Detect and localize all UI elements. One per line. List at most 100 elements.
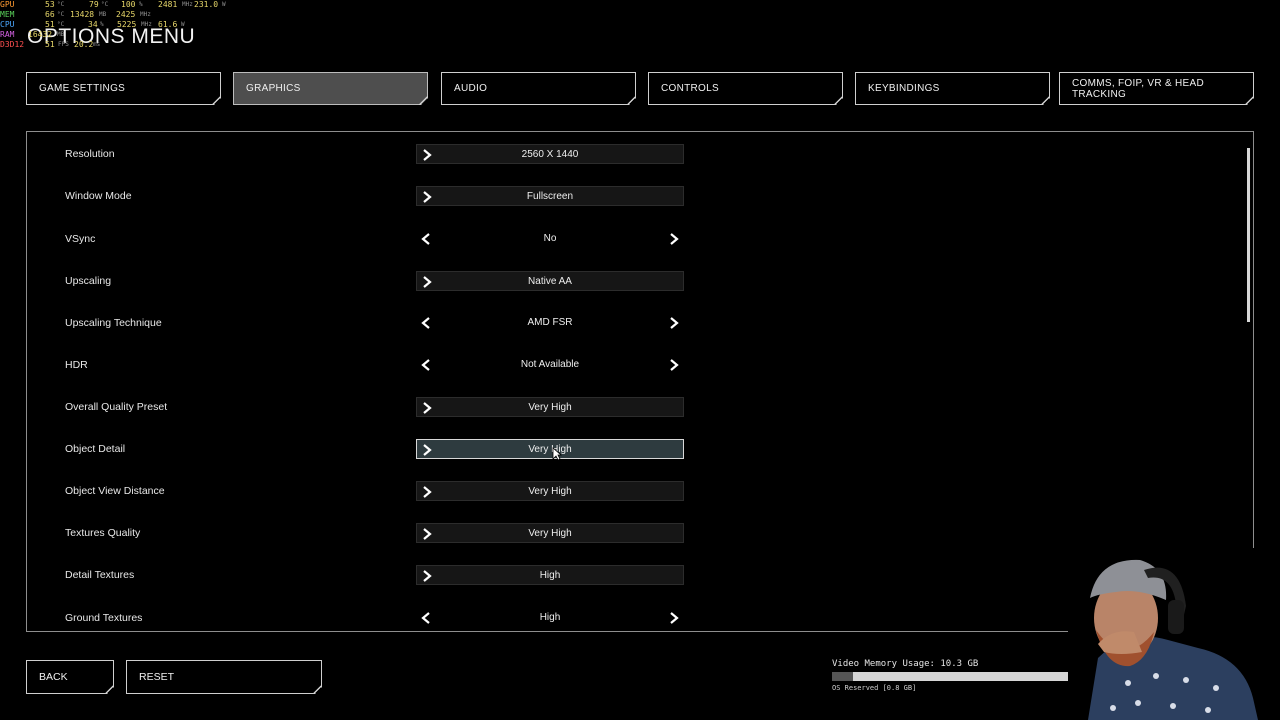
setting-value: Very High (528, 486, 572, 497)
osd-frametime: 20.2 (74, 40, 94, 49)
tab-controls[interactable]: CONTROLS (648, 72, 843, 105)
setting-label: Detail Textures (65, 569, 135, 581)
video-memory-usage: Video Memory Usage: 10.3 GB OS Reserved … (832, 659, 1102, 692)
setting-row-upscaling-technique: Upscaling Technique AMD FSR (27, 313, 787, 335)
osd-d3d-row: D3D12 51 FPS 20.2 ms (0, 40, 240, 50)
osd-gpu-label: GPU (0, 0, 15, 9)
setting-value: Fullscreen (526, 191, 574, 202)
osd-unit: MHz (140, 11, 151, 18)
setting-label: Resolution (65, 148, 115, 160)
setting-row-ground-textures: Ground Textures High (27, 608, 787, 630)
setting-value: High (539, 612, 561, 623)
setting-row-object-view-distance: Object View Distance Very High (27, 481, 787, 503)
setting-row-vsync: VSync No (27, 229, 787, 251)
osd-cpu-temp: 51 (45, 20, 55, 29)
osd-cpu-load: 34 (88, 20, 98, 29)
osd-unit: °C (57, 1, 65, 8)
osd-unit: °C (57, 21, 65, 28)
osd-mem-row: MEM 66 °C 13428 MB 2425 MHz (0, 10, 240, 20)
setting-value: Very High (528, 528, 572, 539)
setting-row-textures-quality: Textures Quality Very High (27, 523, 787, 545)
setting-row-upscaling: Upscaling Native AA (27, 271, 787, 293)
chevron-right-icon[interactable] (668, 611, 680, 625)
tab-audio[interactable]: AUDIO (441, 72, 636, 105)
osd-unit: MHz (141, 21, 152, 28)
overall-quality-preset-dropdown[interactable]: Very High (416, 397, 684, 417)
tab-graphics[interactable]: GRAPHICS (233, 72, 428, 105)
window-mode-dropdown[interactable]: Fullscreen (416, 186, 684, 206)
setting-value: AMD FSR (527, 317, 573, 328)
osd-unit: °C (101, 1, 109, 8)
osd-d3d-label: D3D12 (0, 40, 25, 49)
osd-gpu-clock: 2481 (158, 0, 178, 9)
object-detail-dropdown[interactable]: Very High (416, 439, 684, 459)
setting-row-window-mode: Window Mode Fullscreen (27, 186, 787, 208)
osd-mem-clock: 2425 (116, 10, 136, 19)
setting-label: Overall Quality Preset (65, 401, 168, 413)
osd-gpu-load: 100 (121, 0, 136, 9)
setting-row-hdr: HDR Not Available (27, 355, 787, 377)
osd-gpu-hotspot: 79 (89, 0, 99, 9)
tab-keybindings[interactable]: KEYBINDINGS (855, 72, 1050, 105)
chevron-right-icon[interactable] (668, 358, 680, 372)
chevron-right-icon[interactable] (668, 232, 680, 246)
setting-value: Native AA (528, 276, 572, 287)
osd-cpu-row: CPU 51 °C 34 % 5225 MHz 61.6 W (0, 20, 240, 30)
vram-reserved-label: OS Reserved [0.8 GB] (832, 684, 917, 692)
setting-label: Textures Quality (65, 527, 141, 539)
hdr-selector: Not Available (416, 355, 684, 375)
osd-gpu-row: GPU 53 °C 79 °C 100 % 2481 MHz 231.0 W (0, 0, 240, 10)
osd-mem-temp: 66 (45, 10, 55, 19)
setting-value: High (539, 570, 561, 581)
osd-gpu-power: 231.0 (194, 0, 219, 9)
mouse-cursor-icon (552, 447, 562, 461)
setting-value: Very High (528, 444, 572, 455)
setting-value: 2560 X 1440 (521, 149, 579, 160)
setting-label: HDR (65, 359, 88, 371)
upscaling-dropdown[interactable]: Native AA (416, 271, 684, 291)
setting-label: Object Detail (65, 443, 126, 455)
back-button[interactable]: BACK (26, 660, 114, 694)
osd-unit: W (222, 1, 226, 8)
osd-unit: W (181, 21, 185, 28)
osd-unit: ms (93, 41, 101, 48)
webcam-overlay-image (1068, 548, 1280, 720)
setting-label: Ground Textures (65, 612, 143, 624)
tab-game-settings[interactable]: GAME SETTINGS (26, 72, 221, 105)
setting-label: Window Mode (65, 190, 132, 202)
osd-mem-label: MEM (0, 10, 15, 19)
osd-unit: °C (57, 11, 65, 18)
setting-label: VSync (65, 233, 96, 245)
textures-quality-dropdown[interactable]: Very High (416, 523, 684, 543)
setting-value: No (543, 233, 557, 244)
vram-os-reserved-segment (832, 672, 853, 681)
object-view-distance-dropdown[interactable]: Very High (416, 481, 684, 501)
tab-comms-foip-vr[interactable]: COMMS, FOIP, VR & HEAD TRACKING (1059, 72, 1254, 105)
reset-button[interactable]: RESET (126, 660, 322, 694)
osd-cpu-clock: 5225 (117, 20, 137, 29)
setting-label: Object View Distance (65, 485, 165, 497)
setting-row-overall-quality-preset: Overall Quality Preset Very High (27, 397, 787, 419)
chevron-right-icon[interactable] (668, 316, 680, 330)
vsync-selector: No (416, 229, 684, 249)
osd-unit: % (139, 1, 143, 8)
osd-unit: % (100, 21, 104, 28)
osd-cpu-label: CPU (0, 20, 15, 29)
detail-textures-dropdown[interactable]: High (416, 565, 684, 585)
setting-label: Upscaling (65, 275, 112, 287)
performance-overlay: GPU 53 °C 79 °C 100 % 2481 MHz 231.0 W M… (0, 0, 240, 50)
setting-value: Very High (528, 402, 572, 413)
resolution-dropdown[interactable]: 2560 X 1440 (416, 144, 684, 164)
osd-unit: MB (99, 11, 107, 18)
ground-textures-selector: High (416, 608, 684, 628)
osd-cpu-power: 61.6 (158, 20, 178, 29)
settings-scrollbar[interactable] (1247, 148, 1250, 322)
setting-label: Upscaling Technique (65, 317, 162, 329)
setting-value: Not Available (520, 359, 580, 370)
setting-row-resolution: Resolution 2560 X 1440 (27, 144, 787, 166)
osd-unit: MB (57, 31, 65, 38)
upscaling-technique-selector: AMD FSR (416, 313, 684, 333)
setting-row-object-detail: Object Detail Very High (27, 439, 787, 461)
osd-unit: MHz (182, 1, 193, 8)
osd-ram-row: RAM 16432 MB (0, 30, 240, 40)
